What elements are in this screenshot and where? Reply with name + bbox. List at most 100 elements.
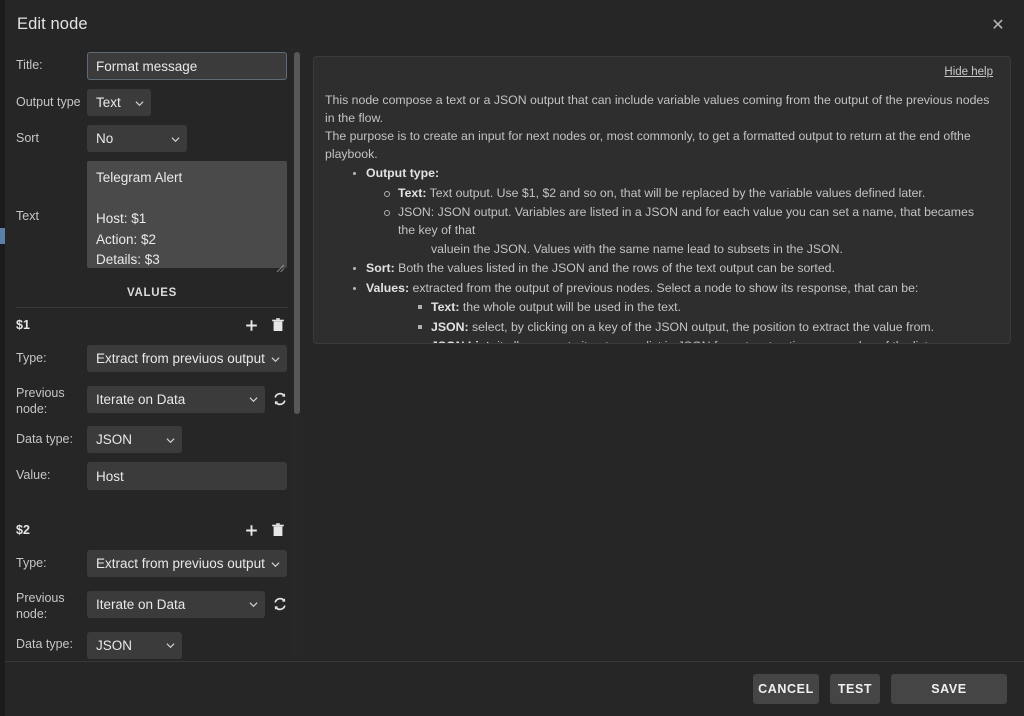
save-button[interactable]: SAVE (891, 674, 1007, 704)
data-type-label: Data type: (16, 637, 73, 652)
chevron-down-icon (271, 355, 280, 364)
plus-icon[interactable] (244, 317, 259, 333)
previous-node-value: Iterate on Data (96, 391, 186, 407)
help-output-type-term: Output type: (366, 166, 440, 181)
chevron-down-icon (166, 641, 175, 650)
form-scrollbar[interactable] (291, 48, 302, 661)
variable-name: $1 (16, 318, 30, 332)
chevron-down-icon (249, 395, 258, 404)
help-pane: Hide help This node compose a text or a … (302, 48, 1024, 661)
variable-type-select[interactable]: Extract from previuos output (87, 550, 287, 578)
help-v-jsonlist-term: JSON List: (431, 339, 494, 343)
chevron-down-icon (249, 600, 258, 609)
variable-type-value: Extract from previuos output (96, 351, 265, 366)
value-label: Value: (16, 468, 51, 483)
text-label: Text (16, 209, 39, 224)
previous-node-select[interactable]: Iterate on Data (87, 590, 265, 618)
previous-node-row: Previous node: Iterate on Data (16, 586, 288, 622)
values-section-header: VALUES (127, 287, 177, 299)
output-type-row: Output type Text (16, 89, 288, 116)
text-textarea[interactable]: Telegram Alert Host: $1 Action: $2 Detai… (87, 161, 287, 268)
dialog-header: Edit node ✕ (0, 0, 1024, 48)
help-v-jsonlist-item: JSON List: it allows you to iterate on a… (418, 338, 993, 343)
help-intro-line1: This node compose a text or a JSON outpu… (325, 93, 990, 125)
output-type-select[interactable]: Text (87, 89, 151, 116)
variable-header: $1 (16, 315, 288, 335)
dialog-body: Title: Output type Text Sort No (0, 48, 1024, 661)
variable-name: $2 (16, 523, 30, 538)
help-sort-term: Sort: (366, 261, 395, 276)
sort-label: Sort (16, 130, 39, 145)
plus-icon[interactable] (244, 522, 259, 538)
help-v-text-item: Text: the whole output will be used in t… (418, 299, 993, 316)
previous-node-label: Previous node: (16, 591, 65, 621)
help-v-json-item: JSON: select, by clicking on a key of th… (418, 319, 993, 336)
help-values-term: Values: (366, 280, 410, 295)
node-form-pane: Title: Output type Text Sort No (0, 48, 302, 661)
title-input[interactable] (87, 52, 287, 80)
previous-node-row: Previous node: Iterate on Data (16, 381, 288, 417)
chevron-down-icon (135, 99, 144, 108)
help-json-desc: JSON: JSON output. Variables are listed … (398, 205, 974, 237)
variable-header: $2 (16, 520, 288, 540)
data-type-select[interactable]: JSON (87, 426, 182, 454)
test-button[interactable]: TEST (830, 674, 880, 704)
trash-icon[interactable] (270, 317, 285, 333)
help-v-text-term: Text: (431, 300, 460, 315)
data-type-row: Data type: JSON (16, 426, 288, 454)
data-type-row: Data type: JSON (16, 631, 288, 659)
help-text-item: Text: Text output. Use $1, $2 and so on,… (384, 185, 993, 202)
chevron-down-icon (271, 560, 280, 569)
form-scrollbar-thumb[interactable] (294, 52, 300, 414)
previous-node-value: Iterate on Data (96, 596, 186, 612)
chevron-down-icon (166, 436, 175, 445)
help-json-desc-cont: valuein the JSON. Values with the same n… (431, 241, 843, 256)
help-sort-item: Sort: Both the values listed in the JSON… (353, 260, 993, 277)
previous-node-label: Previous node: (16, 386, 65, 416)
previous-node-select[interactable]: Iterate on Data (87, 385, 265, 413)
help-box: Hide help This node compose a text or a … (313, 56, 1011, 344)
output-type-label: Output type (16, 94, 81, 109)
help-v-jsonlist-desc: it allows you to iterate on a list in JS… (494, 339, 931, 343)
help-text-term: Text: (398, 185, 427, 200)
variable-type-row: Type: Extract from previuos output (16, 345, 288, 372)
dialog-footer: CANCEL TEST SAVE (0, 661, 1024, 716)
sort-select[interactable]: No (87, 125, 187, 152)
help-values-item: Values: extracted from the output of pre… (353, 280, 993, 297)
output-type-value: Text (96, 95, 121, 110)
help-values-desc: extracted from the output of previous no… (409, 280, 919, 295)
chevron-down-icon (171, 135, 180, 144)
hide-help-link[interactable]: Hide help (325, 64, 993, 80)
help-output-type-heading: Output type: (353, 165, 993, 182)
refresh-icon[interactable] (272, 391, 288, 407)
data-type-value: JSON (96, 432, 133, 448)
edit-node-dialog: Edit node ✕ Title: Output type Text (0, 0, 1024, 716)
data-type-label: Data type: (16, 431, 73, 446)
close-icon[interactable]: ✕ (986, 13, 1010, 37)
variable-type-label: Type: (16, 555, 47, 570)
variable-type-select[interactable]: Extract from previuos output (87, 345, 287, 372)
help-sort-desc: Both the values listed in the JSON and t… (394, 261, 835, 276)
help-intro-line2: The purpose is to create an input for ne… (325, 129, 971, 161)
values-divider (16, 307, 288, 308)
help-v-json-desc: select, by clicking on a key of the JSON… (468, 319, 935, 334)
data-type-select[interactable]: JSON (87, 631, 182, 659)
title-label: Title: (16, 58, 43, 73)
variable-type-label: Type: (16, 350, 47, 365)
trash-icon[interactable] (270, 522, 285, 538)
variable-type-row: Type: Extract from previuos output (16, 550, 288, 578)
text-row: Text Telegram Alert Host: $1 Action: $2 … (16, 161, 288, 273)
title-row: Title: (16, 52, 288, 80)
sort-row: Sort No (16, 125, 288, 152)
cancel-button[interactable]: CANCEL (753, 674, 819, 704)
value-input[interactable] (87, 462, 287, 491)
variable-block: $1 Type: Extract from previuos output Pr… (16, 315, 288, 491)
value-row: Value: (16, 462, 288, 491)
help-v-json-term: JSON: (431, 319, 469, 334)
refresh-icon[interactable] (272, 596, 288, 612)
data-type-value: JSON (96, 637, 133, 653)
help-json-item: JSON: JSON output. Variables are listed … (384, 204, 993, 239)
help-text-desc: Text output. Use $1, $2 and so on, that … (426, 185, 926, 200)
variable-type-value: Extract from previuos output (96, 556, 265, 572)
help-v-text-desc: the whole output will be used in the tex… (459, 300, 681, 315)
